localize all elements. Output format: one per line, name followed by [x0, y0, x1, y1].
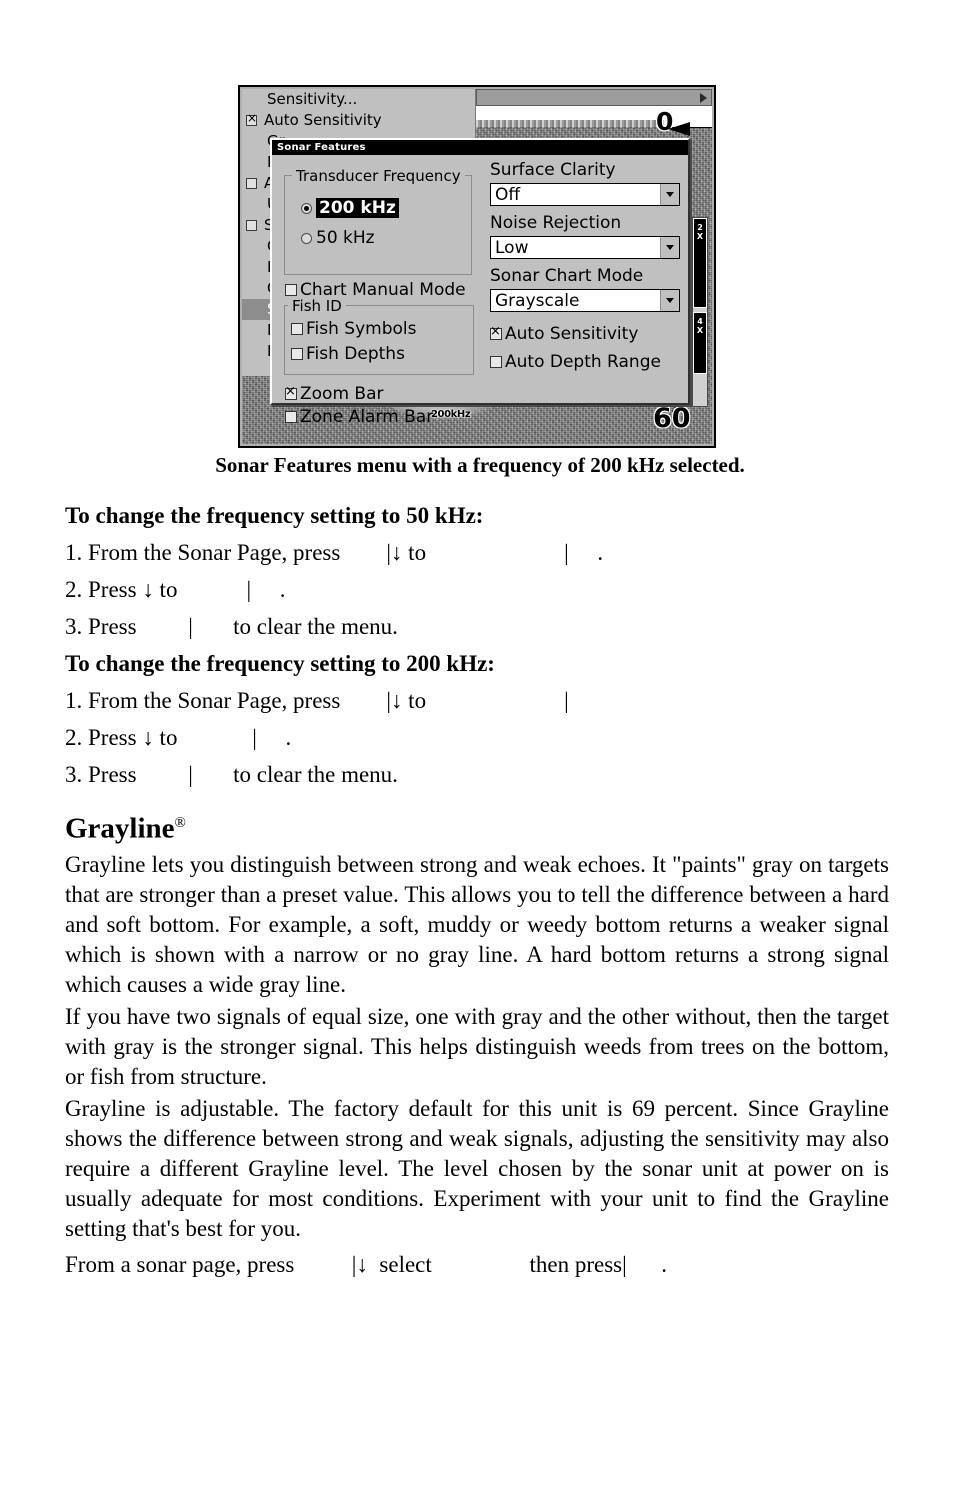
- sonar-header-strip: [476, 89, 712, 106]
- fish-symbols-label: Fish Symbols: [306, 319, 417, 339]
- zone-alarm-bar-label: Zone Alarm Bar: [300, 407, 434, 427]
- zoom-bar-4x: 4 X: [693, 312, 707, 374]
- surface-clarity-label: Surface Clarity: [490, 160, 616, 180]
- zoom-bar-2x: 2 X: [693, 218, 707, 308]
- device-screen-frame: 200kHz 0 60 2 X 4 X Sensitivity... × Aut…: [238, 85, 716, 448]
- sonar-chart-mode-select[interactable]: Grayscale: [490, 289, 680, 312]
- chevron-down-icon[interactable]: [660, 237, 679, 258]
- sonar-unit-figure: 200kHz 0 60 2 X 4 X Sensitivity... × Aut…: [238, 85, 716, 448]
- chevron-down-icon[interactable]: [660, 290, 679, 311]
- document-page: 200kHz 0 60 2 X 4 X Sensitivity... × Aut…: [0, 0, 954, 1487]
- radio-200khz-label: 200 kHz: [316, 198, 399, 218]
- zoom-bar-4x-digit: 4: [697, 317, 703, 326]
- checkbox-icon[interactable]: [246, 220, 257, 231]
- checkbox-zoom-bar[interactable]: Zoom Bar: [285, 384, 383, 404]
- subheading-change-to-200khz: To change the frequency setting to 200 k…: [65, 651, 495, 676]
- noise-rejection-label: Noise Rejection: [490, 213, 622, 233]
- paragraph: If you have two signals of equal size, o…: [65, 1003, 889, 1089]
- figure-caption: Sonar Features menu with a frequency of …: [215, 453, 745, 477]
- checkbox-fish-depths[interactable]: Fish Depths: [291, 344, 405, 364]
- noise-rejection-value: Low: [495, 237, 529, 258]
- transducer-frequency-legend: Transducer Frequency: [292, 167, 465, 185]
- registered-trademark-icon: ®: [174, 815, 186, 831]
- checkbox-icon[interactable]: [490, 325, 502, 340]
- radio-50khz[interactable]: 50 kHz: [301, 228, 375, 248]
- step-item: 3. Press | to clear the menu.: [65, 614, 398, 639]
- step-item: 2. Press ↓ to | .: [65, 577, 286, 602]
- checkbox-icon[interactable]: [285, 411, 297, 423]
- zoom-bar-4x-x: X: [696, 326, 704, 335]
- dialog-left-column: Transducer Frequency 200 kHz 50 kHz Char…: [272, 155, 484, 427]
- subheading-change-to-50khz: To change the frequency setting to 50 kH…: [65, 503, 484, 528]
- checkbox-zone-alarm-bar[interactable]: Zone Alarm Bar: [285, 407, 433, 427]
- section-heading-grayline: Grayline®: [65, 804, 889, 848]
- menu-item-sensitivity[interactable]: Sensitivity...: [242, 89, 475, 110]
- sonar-chart-mode-value: Grayscale: [495, 290, 580, 311]
- checkbox-fish-symbols[interactable]: Fish Symbols: [291, 319, 416, 339]
- checkbox-icon[interactable]: [246, 112, 257, 126]
- radio-50khz-label: 50 kHz: [316, 228, 375, 248]
- zoom-bar-2x-x: X: [696, 232, 704, 241]
- checkbox-icon[interactable]: [285, 385, 297, 400]
- menu-item-auto-sensitivity[interactable]: Auto Sensitivity: [242, 110, 475, 131]
- auto-sensitivity-label: Auto Sensitivity: [505, 324, 639, 344]
- fish-id-group: Fish ID Fish Symbols Fish Depths: [284, 297, 474, 375]
- radio-200khz[interactable]: 200 kHz: [301, 198, 399, 218]
- step-item: 1. From the Sonar Page, press |↓ to | .: [65, 540, 604, 565]
- step-item: 2. Press ↓ to | .: [65, 725, 292, 750]
- menu-item-auto-sensitivity-label: Auto Sensitivity: [264, 111, 382, 129]
- checkbox-auto-depth-range[interactable]: Auto Depth Range: [490, 352, 661, 372]
- paragraph: Grayline lets you distinguish between st…: [65, 851, 889, 997]
- chevron-down-icon[interactable]: [660, 184, 679, 205]
- dialog-body: Transducer Frequency 200 kHz 50 kHz Char…: [272, 155, 688, 427]
- surface-clarity-select[interactable]: Off: [490, 183, 680, 206]
- document-content: To change the frequency setting to 50 kH…: [65, 497, 889, 1283]
- depth-bottom-reading: 60: [653, 403, 691, 434]
- paragraph: Grayline is adjustable. The factory defa…: [65, 1095, 889, 1241]
- checkbox-auto-sensitivity[interactable]: Auto Sensitivity: [490, 324, 638, 344]
- surface-clarity-value: Off: [495, 184, 521, 205]
- play-triangle-icon: [700, 93, 707, 103]
- checkbox-icon[interactable]: [291, 348, 303, 360]
- depth-cursor-arrow-icon: [668, 122, 690, 136]
- checkbox-icon[interactable]: [490, 356, 502, 368]
- sonar-features-dialog[interactable]: Sonar Features Transducer Frequency 200 …: [270, 138, 690, 427]
- zoom-bar-label: Zoom Bar: [300, 384, 384, 404]
- zoom-bar-2x-digit: 2: [697, 223, 703, 232]
- checkbox-icon[interactable]: [291, 323, 303, 335]
- radio-button-icon[interactable]: [301, 202, 312, 214]
- surface-echo-band: [474, 120, 664, 128]
- checkbox-icon[interactable]: [246, 178, 257, 189]
- noise-rejection-select[interactable]: Low: [490, 236, 680, 259]
- transducer-frequency-group: Transducer Frequency 200 kHz 50 kHz: [284, 167, 472, 275]
- radio-button-icon[interactable]: [301, 232, 312, 244]
- section-heading-text: Grayline: [65, 812, 175, 845]
- dialog-title-bar: Sonar Features: [272, 140, 688, 155]
- step-item: 3. Press | to clear the menu.: [65, 762, 398, 787]
- checkbox-icon[interactable]: [285, 284, 297, 296]
- dialog-right-column: Surface Clarity Off Noise Rejection Low …: [484, 155, 688, 403]
- closing-instruction: From a sonar page, press |↓ select then …: [65, 1251, 667, 1277]
- fish-depths-label: Fish Depths: [306, 344, 405, 364]
- sonar-chart-mode-label: Sonar Chart Mode: [490, 266, 644, 286]
- fish-id-legend: Fish ID: [288, 297, 346, 315]
- auto-depth-range-label: Auto Depth Range: [505, 352, 661, 372]
- step-item: 1. From the Sonar Page, press |↓ to |: [65, 688, 569, 713]
- menu-item-sensitivity-label: Sensitivity...: [267, 90, 358, 108]
- echogram-frequency-label: 200kHz: [431, 409, 471, 420]
